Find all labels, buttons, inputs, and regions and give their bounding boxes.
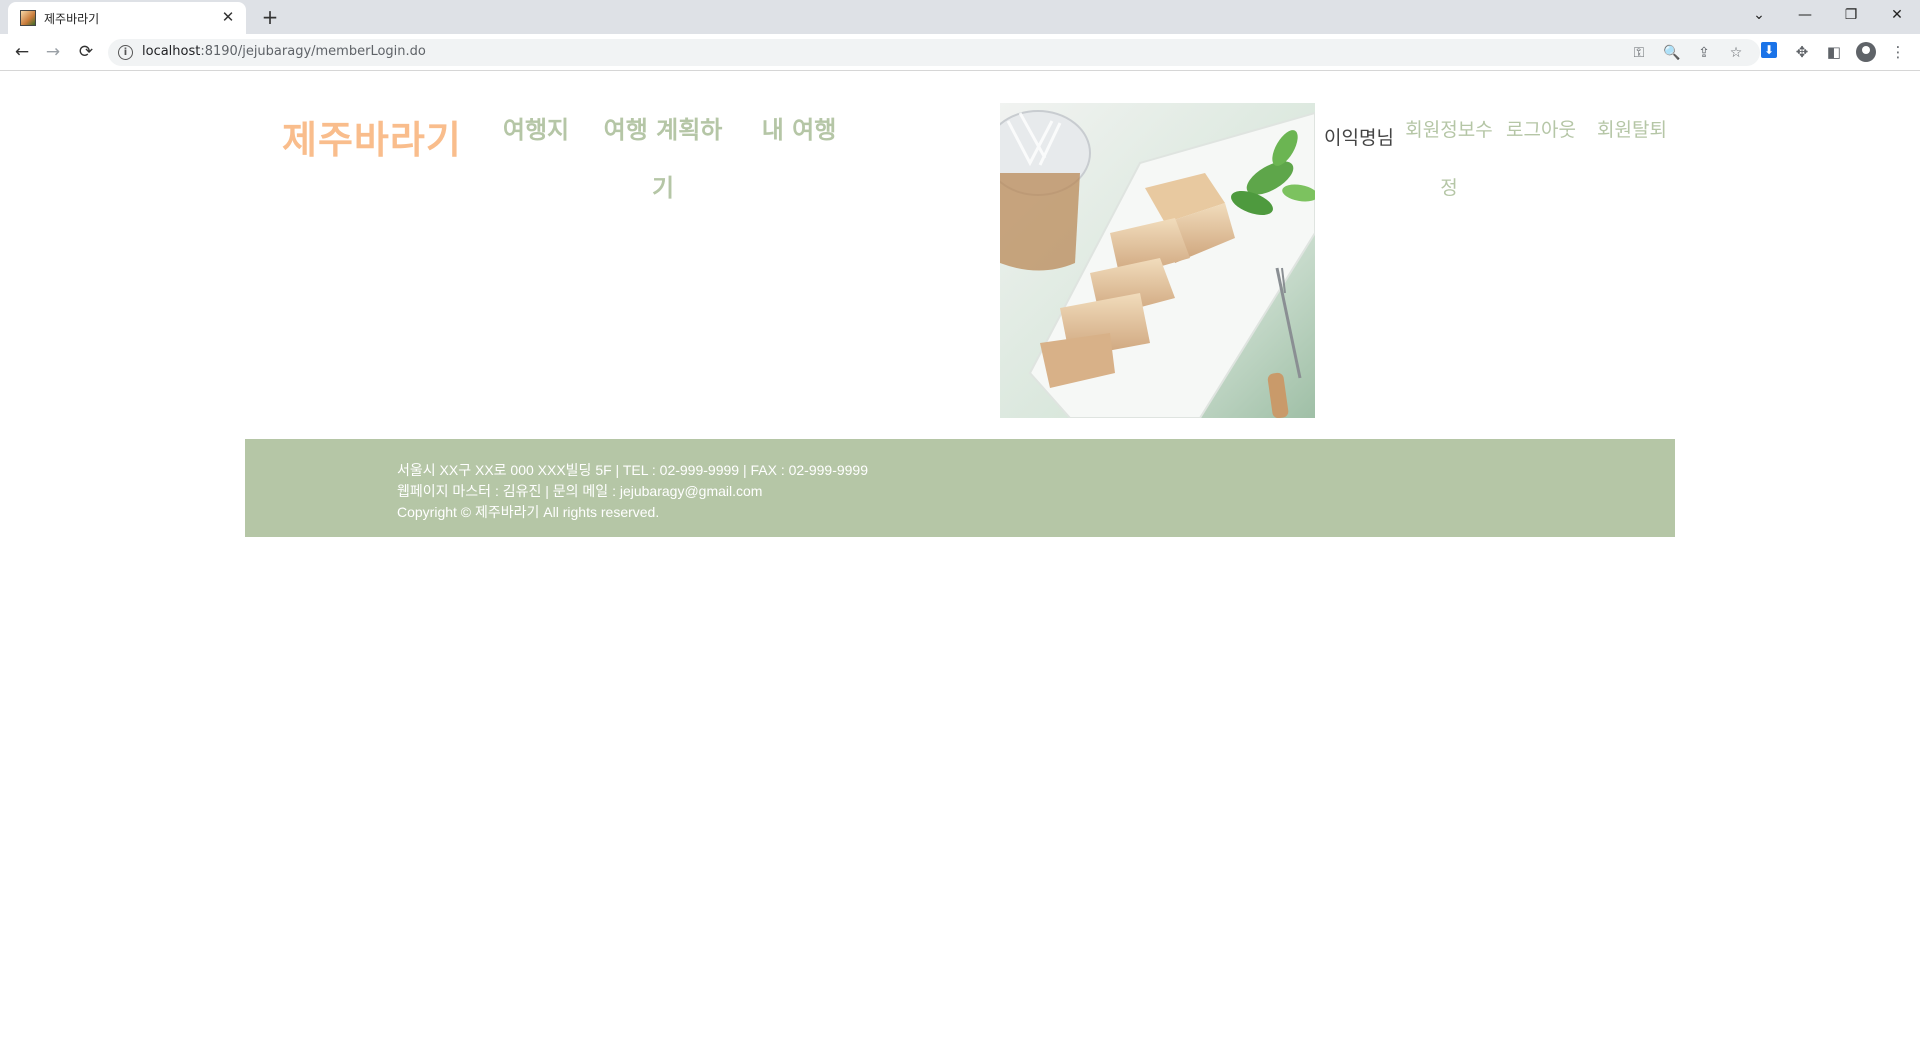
extensions-puzzle-icon[interactable]: ✥	[1790, 40, 1814, 64]
bookmark-star-icon[interactable]: ☆	[1725, 42, 1747, 64]
tab-title: 제주바라기	[44, 12, 100, 26]
zoom-icon[interactable]: 🔍	[1661, 42, 1683, 64]
side-panel-icon[interactable]: ◧	[1822, 40, 1846, 64]
footer-address: 서울시 XX구 XX로 000 XXX빌딩 5F | TEL : 02-999-…	[397, 462, 868, 478]
site-logo[interactable]: 제주바라기	[282, 109, 462, 164]
browser-tab[interactable]: 제주바라기 ✕	[8, 2, 246, 34]
close-tab-icon[interactable]: ✕	[218, 7, 238, 27]
nav-plan-trip[interactable]: 여행 계획하기	[594, 101, 732, 217]
back-button[interactable]: ←	[10, 40, 34, 64]
browser-menu-icon[interactable]: ⋮	[1886, 40, 1910, 64]
browser-tab-bar: 제주바라기 ✕ + ⌄ — ❐ ✕	[0, 0, 1920, 34]
site-footer: 서울시 XX구 XX로 000 XXX빌딩 5F | TEL : 02-999-…	[245, 439, 1675, 537]
banner-food-image	[1000, 103, 1315, 418]
restore-window-button[interactable]: ❐	[1828, 0, 1874, 30]
web-page: 제주바라기 여행지 여행 계획하기 내 여행 이익명님 회원정보수정 로그아웃 …	[0, 71, 1920, 1040]
close-window-button[interactable]: ✕	[1874, 0, 1920, 30]
footer-contact: 웹페이지 마스터 : 김유진 | 문의 메일 : jejubaragy@gmai…	[397, 483, 763, 499]
logout-link[interactable]: 로그아웃	[1502, 101, 1580, 159]
nav-destinations[interactable]: 여행지	[488, 101, 584, 159]
nav-my-trip[interactable]: 내 여행	[756, 101, 842, 159]
minimize-window-button[interactable]: —	[1782, 0, 1828, 30]
edit-profile-link[interactable]: 회원정보수정	[1403, 101, 1495, 217]
address-bar[interactable]: i localhost:8190/jejubaragy/memberLogin.…	[108, 39, 1760, 66]
withdraw-membership-link[interactable]: 회원탈퇴	[1590, 101, 1674, 159]
tab-search-chevron-icon[interactable]: ⌄	[1736, 0, 1782, 30]
url-text[interactable]: localhost:8190/jejubaragy/memberLogin.do	[142, 44, 426, 59]
profile-avatar-icon[interactable]	[1856, 42, 1876, 62]
site-info-icon[interactable]: i	[118, 45, 133, 60]
download-extension-icon[interactable]: ⬇	[1761, 42, 1777, 58]
browser-toolbar: ← → ⟳ i localhost:8190/jejubaragy/member…	[0, 34, 1920, 71]
user-greeting: 이익명님	[1324, 127, 1394, 149]
site-favicon-icon	[20, 10, 36, 26]
new-tab-button[interactable]: +	[258, 5, 282, 29]
share-icon[interactable]: ⇪	[1693, 42, 1715, 64]
footer-copyright: Copyright © 제주바라기 All rights reserved.	[397, 504, 660, 520]
forward-button[interactable]: →	[41, 40, 65, 64]
reload-button[interactable]: ⟳	[74, 40, 98, 64]
key-icon[interactable]: ⚿	[1628, 42, 1650, 64]
